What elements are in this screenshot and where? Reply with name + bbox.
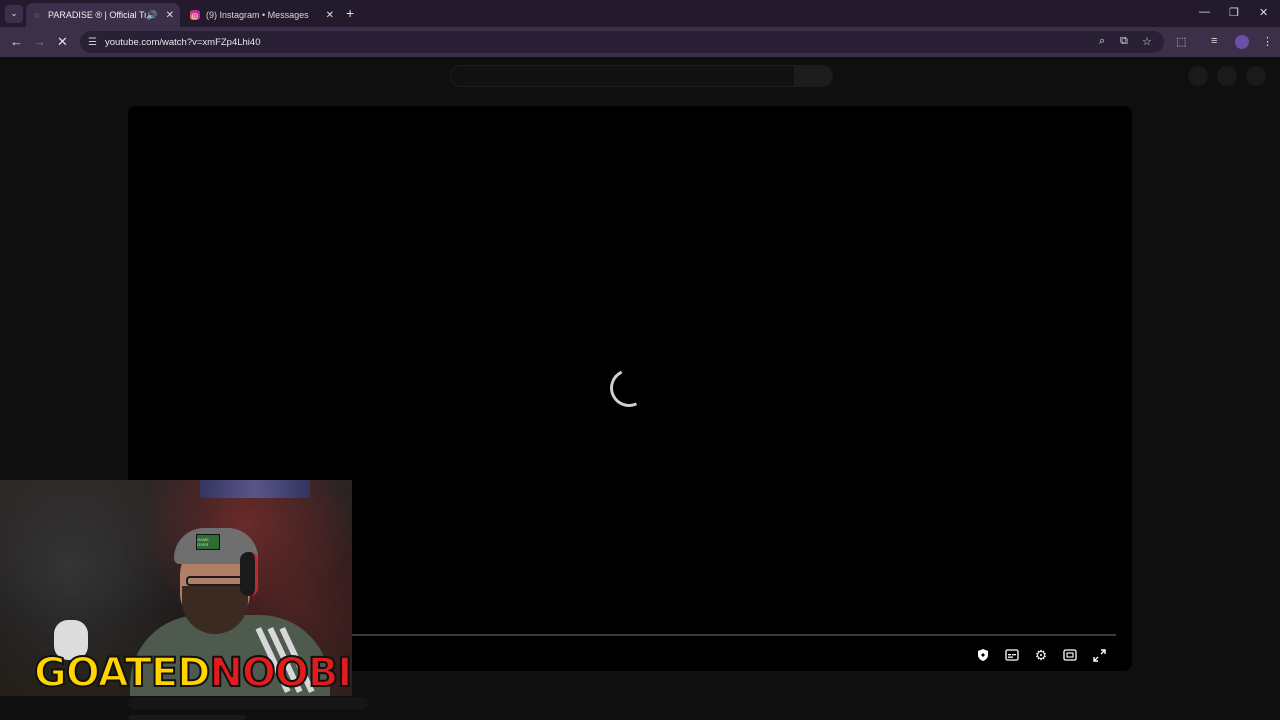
tab-youtube[interactable]: ◌ PARADISE ® | Official Trailer 🔊 ✕ bbox=[26, 3, 180, 27]
account-avatar[interactable] bbox=[1246, 66, 1266, 86]
forward-icon[interactable]: → bbox=[33, 34, 46, 49]
url-text: youtube.com/watch?v=xmFZp4Lhi40 bbox=[104, 36, 261, 48]
loading-favicon-icon: ◌ bbox=[34, 10, 40, 20]
subtitles-icon[interactable] bbox=[1003, 646, 1021, 664]
fullscreen-icon[interactable] bbox=[1090, 646, 1108, 664]
logo-part-noobie: NOOBIE bbox=[208, 649, 352, 696]
webcam-overlay: GAME OVER GOATEDNOOBIE bbox=[0, 480, 352, 696]
theater-icon[interactable] bbox=[1061, 646, 1079, 664]
stop-icon[interactable]: ✕ bbox=[57, 34, 68, 50]
address-bar[interactable]: ☰ youtube.com/watch?v=xmFZp4Lhi40 bbox=[80, 31, 1164, 53]
speaker-icon[interactable]: 🔊 bbox=[146, 10, 157, 21]
tab-strip: ⌄ ◌ PARADISE ® | Official Trailer 🔊 ✕ ◎ … bbox=[0, 0, 1280, 27]
minimize-icon[interactable]: — bbox=[1199, 6, 1210, 18]
new-tab-button[interactable]: + bbox=[346, 5, 354, 21]
loading-spinner-icon bbox=[604, 363, 654, 413]
restore-icon[interactable]: ❐ bbox=[1229, 6, 1239, 19]
cap-patch: GAME OVER bbox=[196, 534, 220, 550]
channel-placeholder bbox=[128, 715, 246, 720]
profile-avatar[interactable] bbox=[1235, 35, 1249, 49]
cast-icon[interactable]: ⧉ bbox=[1120, 35, 1128, 48]
search-input[interactable] bbox=[450, 65, 795, 87]
chevron-down-icon: ⌄ bbox=[10, 8, 18, 18]
shield-icon[interactable] bbox=[974, 646, 992, 664]
extensions-icon[interactable]: ⬚ bbox=[1176, 35, 1186, 48]
more-menu-icon[interactable]: ⋮ bbox=[1262, 35, 1273, 48]
close-icon[interactable]: ✕ bbox=[326, 10, 334, 21]
headset bbox=[240, 552, 258, 596]
tab-search-button[interactable]: ⌄ bbox=[5, 4, 23, 23]
create-button[interactable] bbox=[1188, 66, 1208, 86]
instagram-icon: ◎ bbox=[190, 10, 200, 20]
logo-part-goated: GOATED bbox=[33, 649, 211, 696]
tab-title: (9) Instagram • Messages bbox=[206, 10, 309, 20]
channel-logo: GOATEDNOOBIE bbox=[33, 649, 352, 696]
close-icon[interactable]: ✕ bbox=[166, 10, 174, 21]
browser-toolbar: ← → ✕ ☰ youtube.com/watch?v=xmFZp4Lhi40 … bbox=[0, 27, 1280, 57]
settings-icon[interactable]: ⚙ bbox=[1032, 646, 1050, 664]
background-light bbox=[200, 480, 310, 498]
bookmark-star-icon[interactable]: ☆ bbox=[1142, 35, 1152, 48]
site-info-icon[interactable]: ☰ bbox=[88, 37, 97, 48]
media-controls-icon[interactable]: ≡ bbox=[1211, 35, 1217, 47]
glasses bbox=[186, 576, 246, 586]
back-icon[interactable]: ← bbox=[10, 34, 23, 49]
search-button[interactable] bbox=[795, 65, 833, 87]
window-close-icon[interactable]: ✕ bbox=[1259, 6, 1268, 19]
notifications-button[interactable] bbox=[1217, 66, 1237, 86]
tab-instagram[interactable]: ◎ (9) Instagram • Messages ✕ bbox=[184, 3, 340, 27]
video-title-placeholder bbox=[128, 697, 368, 709]
zoom-icon[interactable]: ⌕ bbox=[1099, 35, 1105, 48]
tab-title: PARADISE ® | Official Trailer bbox=[48, 10, 147, 20]
